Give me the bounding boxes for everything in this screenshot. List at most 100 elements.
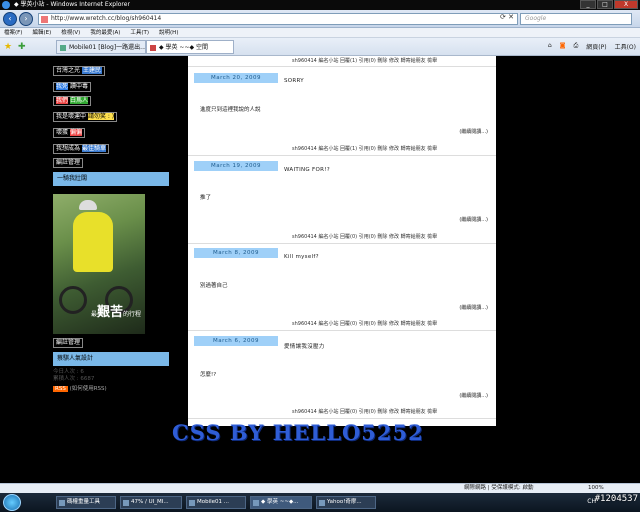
- print-icon[interactable]: ⎙: [573, 42, 578, 51]
- window-titlebar: ◆ 學英小站 - Windows Internet Explorer _ □ X: [0, 0, 640, 10]
- taskbar-item[interactable]: 47% / UI_MI...: [120, 496, 182, 509]
- post-body: 推了: [200, 195, 212, 201]
- sidebar-tag[interactable]: 壞蛋 偏偏: [53, 128, 85, 138]
- back-button[interactable]: ‹: [3, 12, 17, 26]
- read-more-link[interactable]: (繼續閱讀...): [459, 392, 488, 399]
- start-button[interactable]: [3, 494, 21, 511]
- post-title[interactable]: Kill myself?: [284, 254, 319, 260]
- tab-favicon-icon: [150, 45, 156, 51]
- taskbar-item-label: ◆ 學英 ~~◆...: [261, 499, 299, 505]
- url-text: http://www.wretch.cc/blog/sh960414: [51, 15, 162, 22]
- search-input[interactable]: Google: [520, 13, 632, 25]
- post-body: 怎麼!?: [200, 372, 217, 378]
- sidebar-tag-extra: 偏偏: [69, 129, 82, 136]
- windows-taskbar: 碼權重量工具 47% / UI_MI... Mobile01 ... ◆ 學英 …: [0, 493, 640, 512]
- post-date: March 20, 2009: [194, 73, 278, 83]
- taskbar-app-icon: [253, 500, 259, 506]
- refresh-icon[interactable]: ⟳ ✕: [500, 13, 514, 21]
- sidebar-tag-label: 我是壞運中: [56, 113, 87, 120]
- security-zone: 網際網路 | 受保護模式: 啟動: [464, 485, 534, 491]
- taskbar-item[interactable]: ◆ 學英 ~~◆...: [250, 496, 312, 509]
- taskbar-app-icon: [189, 500, 195, 506]
- sidebar-tag-label: 我想成為: [56, 145, 81, 152]
- status-bar: 網際網路 | 受保護模式: 啟動 100%: [0, 483, 640, 493]
- read-more-link[interactable]: (繼續閱讀...): [459, 304, 488, 311]
- zoom-level[interactable]: 100%: [588, 484, 604, 493]
- sidebar-tag-extra: 最佳騎車: [81, 145, 106, 152]
- sidebar-tag[interactable]: 台灣之光 王建民: [53, 66, 105, 76]
- rss-feed-icon[interactable]: ◙: [560, 42, 566, 51]
- close-button[interactable]: X: [614, 0, 638, 9]
- bike-wheel-shape: [59, 286, 87, 314]
- sidebar-manage-link-2[interactable]: 編註管理: [53, 338, 84, 348]
- url-input[interactable]: http://www.wretch.cc/blog/sh960414: [38, 13, 518, 25]
- menu-file[interactable]: 檔案(F): [4, 28, 22, 37]
- post-title[interactable]: 愛情讓我沒壓力: [284, 342, 325, 350]
- caption-post: 的行程: [122, 311, 141, 318]
- web-page: 台灣之光 王建民 我死 讀中毒 我們 白馬人 我是壞運中 請勿笑 : ) 壞蛋 …: [0, 56, 640, 483]
- tools-menu[interactable]: 工具(O): [615, 42, 636, 51]
- sidebar-tag-extra: 請勿笑 : ): [87, 113, 115, 120]
- post-meta: sh960414 編名小站 回覆(1) 引用(0) 刪除 修改 轉寄給朋友 檢舉: [292, 58, 438, 64]
- today-count: 今日人次 : 6: [53, 369, 84, 375]
- post-divider: [188, 330, 496, 331]
- page-menu[interactable]: 網頁(P): [586, 42, 606, 51]
- sidebar-section-title: 一騎我壯闊: [53, 172, 169, 186]
- sidebar-tag-extra: 白馬人: [69, 97, 88, 104]
- menu-tools[interactable]: 工具(T): [130, 28, 149, 37]
- menu-help[interactable]: 說明(H): [159, 28, 178, 37]
- menu-view[interactable]: 檢視(V): [61, 28, 80, 37]
- command-bar: ⌂ ◙ ⎙ 網頁(P) 工具(O): [548, 42, 636, 51]
- post-date: March 6, 2009: [194, 336, 278, 346]
- tab-blog[interactable]: ◆ 學英 ~~◆ 空間: [146, 40, 234, 54]
- sidebar-manage-link[interactable]: 編註管理: [53, 158, 84, 168]
- blog-sidebar: 台灣之光 王建民 我死 讀中毒 我們 白馬人 我是壞運中 請勿笑 : ) 壞蛋 …: [50, 56, 172, 483]
- post-title[interactable]: WAITING FOR!?: [284, 167, 330, 173]
- maximize-button[interactable]: □: [597, 0, 613, 9]
- css-credit-watermark: CSS BY HELLO5252: [172, 420, 424, 445]
- menu-favorites[interactable]: 我的最愛(A): [90, 28, 120, 37]
- helmet-shape: [79, 200, 97, 210]
- post-title[interactable]: SORRY: [284, 78, 304, 84]
- read-more-link[interactable]: (繼續閱讀...): [459, 216, 488, 223]
- post-divider: [188, 155, 496, 156]
- blog-content: sh960414 編名小站 回覆(1) 引用(0) 刪除 修改 轉寄給朋友 檢舉…: [188, 56, 496, 426]
- search-placeholder: Google: [525, 15, 547, 22]
- sidebar-tag[interactable]: 我們 白馬人: [53, 96, 91, 106]
- rss-help-link[interactable]: (如何使用RSS): [70, 386, 107, 392]
- tab-favicon-icon: [60, 45, 66, 51]
- taskbar-app-icon: [59, 500, 65, 506]
- home-icon[interactable]: ⌂: [548, 42, 552, 51]
- read-more-link[interactable]: (繼續閱讀...): [459, 128, 488, 135]
- taskbar-item[interactable]: Mobile01 ...: [186, 496, 246, 509]
- tab-mobile01[interactable]: Mobile01 [Blog]一路還出...: [56, 40, 146, 54]
- post-divider: [188, 243, 496, 244]
- taskbar-item-label: 碼權重量工具: [67, 499, 101, 505]
- sidebar-tag[interactable]: 我是壞運中 請勿笑 : ): [53, 112, 118, 122]
- taskbar-item-label: 47% / UI_MI...: [131, 499, 169, 505]
- taskbar-item[interactable]: Yahoo!奇摩...: [316, 496, 376, 509]
- sidebar-tag-label: 我們: [56, 97, 69, 104]
- favorites-star-icon[interactable]: ★: [4, 42, 12, 52]
- forward-button[interactable]: ›: [19, 12, 33, 26]
- post-meta: sh960414 編名小站 回覆(0) 引用(0) 刪除 修改 轉寄給朋友 檢舉: [292, 234, 438, 240]
- post-divider: [188, 66, 496, 67]
- sidebar-tag[interactable]: 我想成為 最佳騎車: [53, 144, 109, 154]
- post-body: 別過著自己: [200, 283, 228, 289]
- rss-badge[interactable]: RSS: [53, 386, 68, 392]
- sidebar-tag-label: 編註管理: [56, 159, 81, 166]
- add-favorite-icon[interactable]: ✚: [18, 42, 26, 52]
- sidebar-tag[interactable]: 我死 讀中毒: [53, 82, 91, 92]
- sidebar-tag-label: 我死: [56, 83, 69, 90]
- caption-big: 艱苦: [96, 305, 123, 320]
- cyclist-photo: 最艱苦的行程: [53, 194, 145, 334]
- menu-edit[interactable]: 編輯(E): [32, 28, 51, 37]
- page-icon: [41, 16, 48, 23]
- sidebar-section-title-2: 蔡騏人氣設計: [53, 352, 169, 366]
- post-body: 進度只到這裡我說的人說: [200, 107, 261, 113]
- corner-id-watermark: #1204537: [594, 494, 638, 504]
- minimize-button[interactable]: _: [580, 0, 596, 9]
- rider-figure: [73, 212, 113, 272]
- taskbar-item[interactable]: 碼權重量工具: [56, 496, 116, 509]
- post-date: March 19, 2009: [194, 161, 278, 171]
